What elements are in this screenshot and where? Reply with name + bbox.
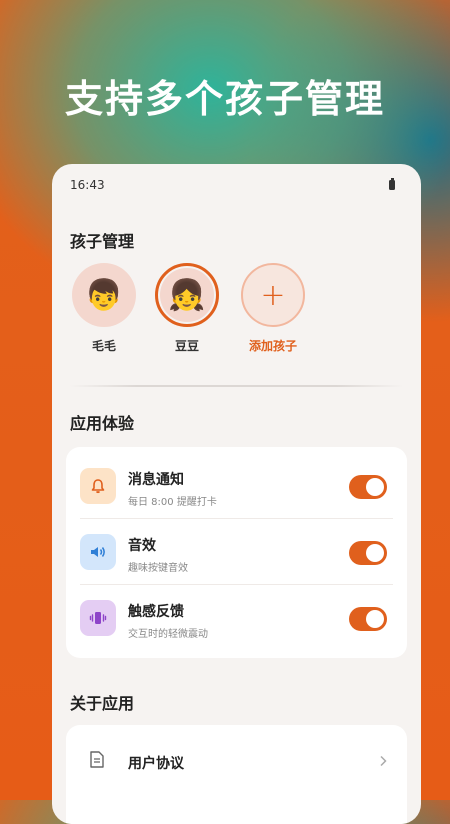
speaker-icon bbox=[80, 534, 116, 570]
about-card: 用户协议 bbox=[66, 725, 407, 824]
document-icon bbox=[90, 751, 104, 768]
user-agreement-label: 用户协议 bbox=[128, 756, 184, 772]
setting-subtitle: 交互时的轻微震动 bbox=[128, 629, 208, 640]
setting-title: 音效 bbox=[128, 538, 156, 554]
battery-icon bbox=[389, 178, 395, 190]
app-section-title: 应用体验 bbox=[70, 414, 135, 433]
setting-row-haptics: 触感反馈 交互时的轻微震动 bbox=[66, 585, 407, 651]
kids-row: 👦 毛毛 👧 豆豆 + 添加孩子 bbox=[68, 263, 421, 363]
bell-icon bbox=[80, 468, 116, 504]
kid-name: 豆豆 bbox=[174, 339, 199, 353]
hero-title: 支持多个孩子管理 bbox=[64, 77, 385, 121]
notifications-toggle[interactable] bbox=[349, 475, 387, 499]
vibration-icon bbox=[80, 600, 116, 636]
add-kid-label: 添加孩子 bbox=[248, 339, 297, 353]
about-section-title: 关于应用 bbox=[70, 694, 135, 713]
divider bbox=[70, 385, 403, 387]
user-agreement-row[interactable]: 用户协议 bbox=[66, 725, 407, 791]
phone-screen: 16:43 孩子管理 👦 毛毛 👧 豆豆 + 添加孩子 应用体验 消息通知 每日… bbox=[52, 164, 421, 824]
status-bar: 16:43 bbox=[52, 164, 421, 208]
setting-title: 消息通知 bbox=[128, 472, 184, 488]
avatar: 👧 bbox=[155, 263, 219, 327]
sound-toggle[interactable] bbox=[349, 541, 387, 565]
kids-section-title: 孩子管理 bbox=[70, 232, 135, 251]
kid-card-doudou[interactable]: 👧 豆豆 bbox=[151, 263, 223, 354]
kid-card-maomao[interactable]: 👦 毛毛 bbox=[68, 263, 140, 354]
chevron-right-icon bbox=[380, 755, 387, 767]
plus-icon: + bbox=[241, 263, 305, 327]
status-time: 16:43 bbox=[70, 178, 105, 192]
setting-subtitle: 趣味按键音效 bbox=[128, 563, 188, 574]
setting-title: 触感反馈 bbox=[128, 604, 184, 620]
haptics-toggle[interactable] bbox=[349, 607, 387, 631]
setting-row-sound: 音效 趣味按键音效 bbox=[66, 519, 407, 585]
avatar: 👦 bbox=[72, 263, 136, 327]
add-kid-button[interactable]: + 添加孩子 bbox=[237, 263, 309, 354]
setting-subtitle: 每日 8:00 提醒打卡 bbox=[128, 497, 217, 508]
kid-name: 毛毛 bbox=[91, 339, 116, 353]
settings-card: 消息通知 每日 8:00 提醒打卡 音效 趣味按键音效 触感反馈 交互时的轻微震… bbox=[66, 447, 407, 658]
setting-row-notifications: 消息通知 每日 8:00 提醒打卡 bbox=[66, 453, 407, 519]
